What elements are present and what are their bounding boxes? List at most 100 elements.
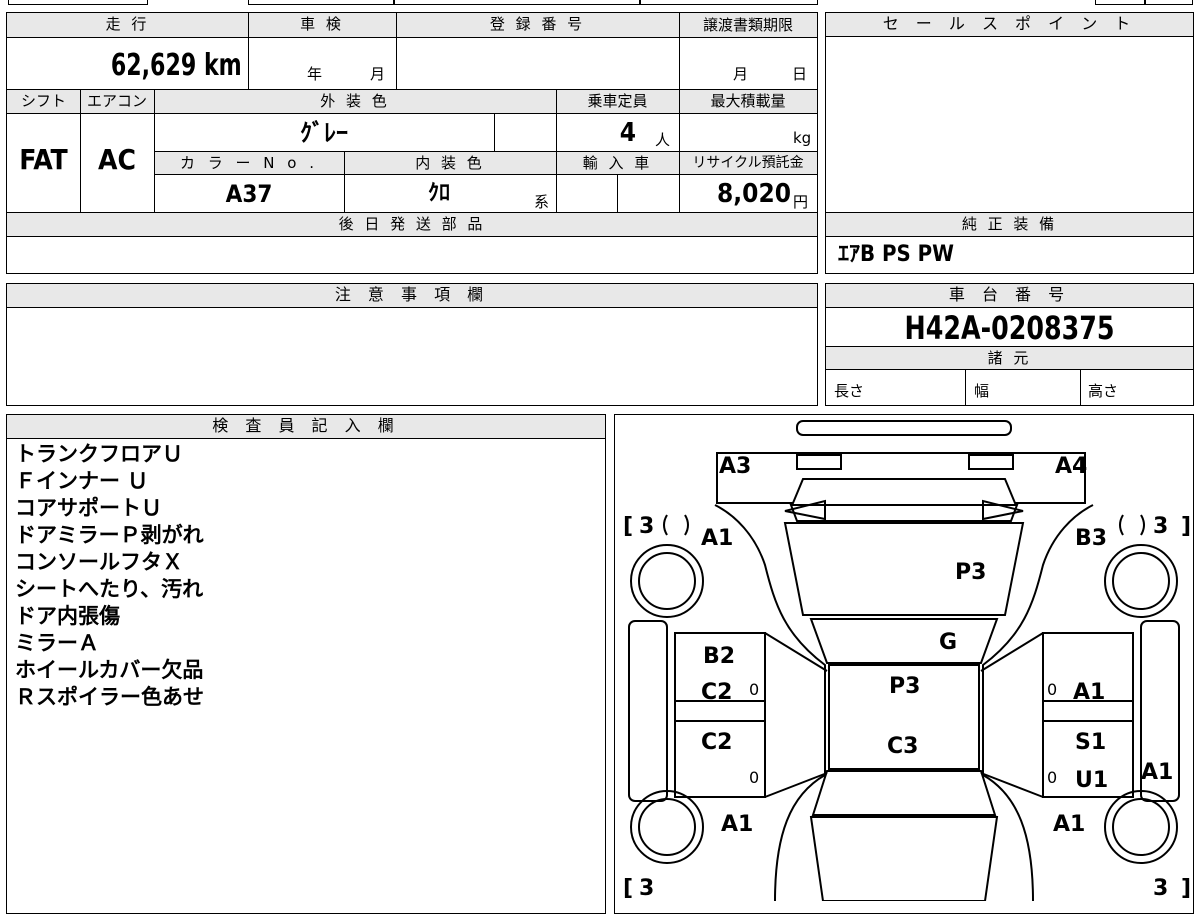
front-fascia-shape	[716, 452, 1086, 504]
diagram-label: G	[939, 630, 957, 655]
rear-hatch-shape	[809, 816, 999, 901]
front-left-light	[796, 454, 842, 470]
notes-box: 注 意 事 項 欄	[6, 283, 818, 406]
recycle-unit: 円	[793, 193, 809, 211]
bracket-value: 3	[639, 514, 654, 539]
sales-point-header: セ ー ル ス ポ イ ン ト	[826, 13, 1193, 37]
color-no-value: A37	[225, 180, 273, 208]
bracket-value: 3	[639, 876, 654, 901]
small-zero: 0	[749, 768, 759, 787]
inspector-line: Ｆインナー Ｕ	[15, 469, 149, 493]
capacity-value: 4	[619, 118, 636, 148]
right-door-glass-lines	[980, 632, 1044, 798]
diagram-label: B3	[1075, 526, 1107, 551]
bracket-value: 3	[1153, 514, 1168, 539]
height-label: 高さ	[1088, 382, 1119, 400]
inspector-lines: トランクフロアＵ Ｆインナー Ｕ コアサポートＵ ドアミラーＰ剥がれ コンソール…	[15, 441, 204, 711]
shift-header: シフト	[7, 90, 80, 113]
inspector-line: ドア内張傷	[15, 604, 120, 628]
sales-point-value	[830, 41, 1188, 211]
top-stub-1	[8, 0, 148, 5]
exterior-color-header: 外 装 色	[154, 90, 556, 113]
car-diagram-box: A3 A4 A1 B3 P3 G B2 C2 P3 A1 C2 C3 S1 U1…	[614, 414, 1194, 914]
transfer-day-label: 日	[792, 65, 808, 83]
diagram-label: A1	[701, 526, 733, 551]
notes-header: 注 意 事 項 欄	[7, 284, 817, 308]
genuine-equipment-value: ｴｱB PS PW	[838, 242, 954, 267]
interior-color-value: ｸﾛ	[427, 181, 450, 206]
diagram-label: P3	[955, 560, 986, 585]
capacity-unit: 人	[655, 131, 671, 149]
chassis-number: H42A-0208375	[904, 309, 1115, 347]
ac-header: エアコン	[80, 90, 154, 113]
diagram-label: C3	[887, 734, 918, 759]
color-no-header: カ ラ ー N o .	[154, 152, 344, 174]
top-stub-6	[1145, 0, 1193, 5]
import-header: 輸 入 車	[556, 152, 679, 174]
diagram-label: S1	[1075, 730, 1106, 755]
left-rocker	[628, 620, 668, 802]
top-stub-3	[394, 0, 640, 5]
ac-value: AC	[98, 143, 136, 176]
sales-point-box: セ ー ル ス ポ イ ン ト 純 正 装 備 ｴｱB PS PW	[825, 12, 1194, 274]
genuine-equipment-header: 純 正 装 備	[826, 213, 1193, 236]
wheel-front-right	[1104, 544, 1178, 618]
registration-header: 登 録 番 号	[396, 13, 679, 37]
inspector-line: コアサポートＵ	[15, 496, 162, 520]
diagram-label: C2	[701, 730, 732, 755]
chassis-box: 車 台 番 号 H42A-0208375 諸 元 長さ 幅 高さ	[825, 283, 1194, 406]
shift-value: FAT	[19, 143, 68, 176]
top-stub-4	[640, 0, 818, 5]
bracket-open: [	[623, 514, 633, 539]
inspection-month-label: 月	[370, 65, 386, 83]
interior-color-header: 内 装 色	[344, 152, 556, 174]
hood-shape	[783, 522, 1025, 616]
diagram-label: C2	[701, 680, 732, 705]
diagram-label: B2	[703, 644, 735, 669]
windshield-shape	[809, 618, 999, 664]
top-stub-2	[248, 0, 394, 5]
inspection-header: 車 検	[248, 13, 396, 37]
front-right-light	[968, 454, 1014, 470]
inspector-line: シートへたり、汚れ	[15, 577, 204, 601]
bracket-front-right	[1119, 514, 1145, 536]
length-label: 長さ	[834, 382, 865, 400]
bracket-open: [	[623, 876, 633, 901]
top-stub-5	[1095, 0, 1145, 5]
bracket-close: ]	[1181, 514, 1191, 539]
diagram-label: A1	[1053, 812, 1085, 837]
chassis-header: 車 台 番 号	[826, 284, 1193, 308]
transfer-month-label: 月	[733, 65, 749, 83]
inspector-line: ドアミラーＰ剥がれ	[15, 523, 204, 547]
max-load-header: 最大積載量	[679, 90, 817, 113]
front-bumper-shape	[796, 420, 1012, 436]
diagram-label: P3	[889, 674, 920, 699]
inspector-line: ミラーＡ	[15, 631, 99, 655]
mileage-header: 走 行	[7, 13, 248, 37]
bracket-close: ]	[1181, 876, 1191, 901]
capacity-header: 乗車定員	[556, 90, 679, 113]
rear-window-shape	[811, 770, 997, 816]
diagram-label: A1	[1073, 680, 1105, 705]
small-zero: 0	[1047, 768, 1057, 787]
later-parts-value	[11, 239, 811, 269]
left-door-glass-lines	[764, 632, 828, 798]
wheel-front-left	[630, 544, 704, 618]
small-zero: 0	[749, 680, 759, 699]
later-parts-header: 後 日 発 送 部 品	[7, 213, 817, 236]
vehicle-info-table: 走 行 車 検 登 録 番 号 譲渡書類期限 62,629 km 年 月 月 日…	[6, 12, 818, 274]
inspector-header: 検 査 員 記 入 欄	[7, 415, 605, 439]
diagram-label: A4	[1055, 454, 1087, 479]
inspection-year-label: 年	[307, 65, 323, 83]
diagram-label: U1	[1075, 768, 1108, 793]
diagram-label: A1	[721, 812, 753, 837]
diagram-label: A1	[1141, 760, 1173, 785]
wheel-rear-right	[1104, 790, 1178, 864]
recycle-header: リサイクル預託金	[679, 152, 817, 174]
inspector-line: トランクフロアＵ	[15, 442, 183, 466]
inspector-line: Ｒスポイラー色あせ	[15, 685, 204, 709]
notes-value	[11, 312, 811, 400]
inspector-line: コンソールフタＸ	[15, 550, 183, 574]
max-load-unit: kg	[793, 129, 812, 147]
inspector-box: 検 査 員 記 入 欄 トランクフロアＵ Ｆインナー Ｕ コアサポートＵ ドアミ…	[6, 414, 606, 914]
